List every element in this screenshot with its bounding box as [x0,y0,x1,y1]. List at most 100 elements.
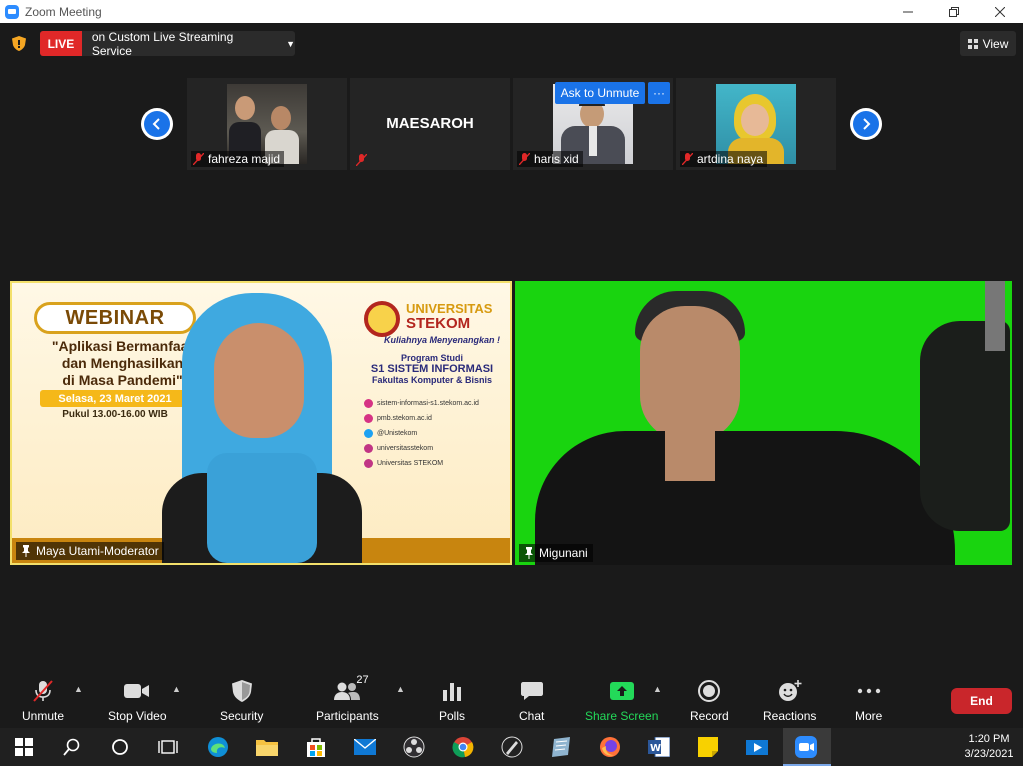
participant-name-large: MAESAROH [386,115,474,132]
participant-name-row: fahreza majid [191,151,285,167]
shield-icon [231,680,252,702]
contact-list: sistem-informasi-s1.stekom.ac.id pmb.ste… [364,396,479,471]
participant-tile[interactable]: MAESAROH [350,78,510,170]
zoom-meeting-screen: Zoom Meeting LIVE on Custom Live Streami… [0,0,1023,766]
chevron-left-icon [152,118,160,130]
participant-more-button[interactable]: ··· [648,82,670,104]
pin-icon [525,547,533,559]
record-icon [698,680,721,702]
meeting-toolbar: Unmute ▲ Stop Video ▲ Security 27 Partic… [0,670,1023,728]
audio-options-caret[interactable]: ▲ [74,684,83,694]
polls-button[interactable]: Polls [439,678,465,723]
gallery-next-button[interactable] [850,108,882,140]
participant-main-video[interactable]: Migunani [515,281,1012,565]
sticky-notes-icon[interactable] [697,736,719,758]
participant-name-row: artdina naya [680,151,768,167]
live-streaming-indicator[interactable]: LIVE on Custom Live Streaming Service ▼ [40,29,295,58]
obs-icon[interactable] [403,736,425,758]
participant-name-row [354,153,371,167]
view-label: View [982,36,1009,51]
security-shield-icon[interactable] [12,36,26,51]
media-player-icon[interactable] [746,736,768,758]
mail-icon[interactable] [354,736,376,758]
participant-tile[interactable]: fahreza majid [187,78,347,170]
chat-bubble-icon [520,682,543,700]
title-bar: Zoom Meeting [0,0,1023,23]
live-badge: LIVE [40,31,82,56]
participants-count: 27 [356,674,369,686]
store-icon[interactable] [305,736,327,758]
cortana-icon[interactable] [109,736,131,758]
file-explorer-icon[interactable] [256,736,278,758]
zoom-logo-icon [5,4,19,19]
video-options-caret[interactable]: ▲ [172,684,181,694]
speaker-name-label: Migunani [519,544,593,562]
gallery-prev-button[interactable] [141,108,173,140]
share-options-caret[interactable]: ▲ [653,684,662,694]
task-view-icon[interactable] [157,736,179,758]
system-clock[interactable]: 1:20 PM 3/23/2021 [958,732,1020,762]
program-info: Program Studi S1 SISTEM INFORMASI Fakult… [370,353,494,385]
mic-muted-icon [519,153,530,165]
zoom-taskbar-icon[interactable] [795,736,817,758]
window-title: Zoom Meeting [25,4,102,19]
firefox-icon[interactable] [599,736,621,758]
chat-button[interactable]: Chat [519,678,544,723]
clock-time: 1:20 PM [968,733,1010,745]
unmute-button[interactable]: Unmute [22,678,64,723]
share-screen-icon [609,682,634,700]
windows-taskbar: W 1:20 PM 3/23/2021 [0,728,1023,766]
svg-text:W: W [650,743,661,754]
restore-icon [949,6,959,17]
stop-video-button[interactable]: Stop Video [108,678,167,723]
participant-name: haris xid [534,152,579,166]
minimize-icon [903,11,913,12]
university-tagline: Kuliahnya Menyenangkan ! [384,335,501,345]
mic-muted-icon [682,153,693,165]
participant-name: fahreza majid [208,152,281,166]
reactions-button[interactable]: Reactions [763,678,816,723]
chevron-right-icon [863,118,871,130]
participants-button[interactable]: 27 Participants [316,674,379,723]
minimize-button[interactable] [885,0,931,23]
bar-chart-icon [443,683,461,701]
end-meeting-button[interactable]: End [951,688,1012,714]
word-icon[interactable]: W [648,736,670,758]
participants-options-caret[interactable]: ▲ [396,684,405,694]
streaming-service-text: on Custom Live Streaming Service [91,29,234,58]
ask-to-unmute-button[interactable]: Ask to Unmute [555,82,645,104]
mic-muted-icon [356,154,367,166]
windows-start-icon[interactable] [13,736,35,758]
participant-name-row: haris xid [517,151,583,167]
participant-name: artdina naya [697,152,764,166]
inkscape-icon[interactable] [501,736,523,758]
more-dots-icon [857,688,880,694]
university-label: UNIVERSITAS [406,301,493,316]
close-button[interactable] [977,0,1023,23]
speaker-person [515,281,1012,565]
mic-muted-icon [33,680,53,702]
clock-date: 3/23/2021 [964,748,1014,760]
grid-icon [967,38,978,49]
chrome-icon[interactable] [452,736,474,758]
mic-muted-icon [193,153,204,165]
active-speaker-video[interactable]: WEBINAR "Aplikasi Bermanfaat dan Menghas… [10,281,512,565]
speaker-person [152,283,372,563]
security-button[interactable]: Security [220,678,263,723]
participant-tile[interactable]: artdina naya [676,78,836,170]
caret-down-icon: ▼ [286,38,295,49]
search-icon[interactable] [61,736,83,758]
speaker-name-label: Maya Utami-Moderator [16,542,164,560]
maximize-button[interactable] [931,0,977,23]
record-button[interactable]: Record [690,678,729,723]
emoji-plus-icon [778,680,802,701]
more-button[interactable]: More [855,678,882,723]
share-screen-button[interactable]: Share Screen [585,678,658,723]
view-button[interactable]: View [960,31,1016,56]
notes-app-icon[interactable] [550,736,572,758]
close-icon [995,6,1005,17]
pin-icon [22,545,30,557]
video-camera-icon [124,684,150,698]
university-name: STEKOM [406,315,471,332]
edge-browser-icon[interactable] [207,736,229,758]
